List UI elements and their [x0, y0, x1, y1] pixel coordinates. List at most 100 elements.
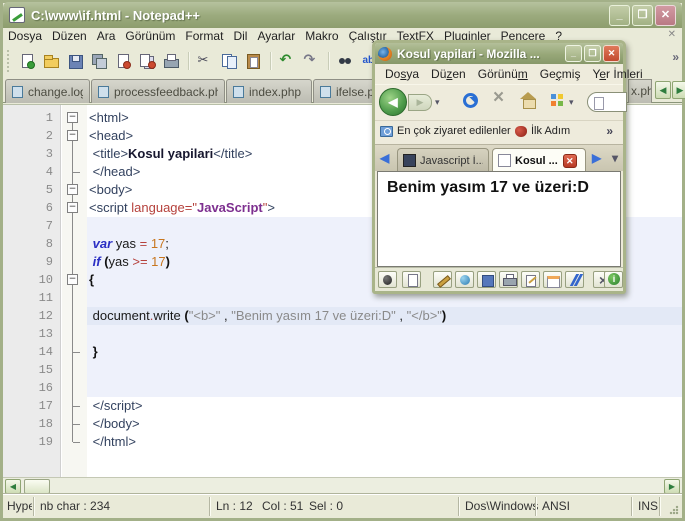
- bookmark-en-ok-ziyaret-edilenler[interactable]: En çok ziyaret edilenler: [380, 125, 511, 137]
- notepadpp-window: C:\www\if.html - Notepad++ _ ❐ ✕ ✕ Dosya…: [0, 0, 685, 521]
- tab-close-icon[interactable]: ✕: [562, 153, 577, 168]
- resize-grip[interactable]: [669, 505, 679, 515]
- npp-menu-g-r-n-m[interactable]: Görünüm: [120, 28, 180, 44]
- npp-toolbar-close-all-button[interactable]: [136, 51, 158, 71]
- ff-tab-scroll-right-icon[interactable]: ▶: [592, 151, 601, 165]
- npp-menu-ara[interactable]: Ara: [92, 28, 121, 44]
- npp-statusbar: Hype nb char : 234 Ln : 12 Col : 51 Sel …: [3, 494, 682, 518]
- npp-close-button[interactable]: ✕: [655, 4, 676, 26]
- firefox-minimize-button[interactable]: _: [565, 45, 582, 62]
- tab-scroll-left-icon[interactable]: ◀: [655, 81, 671, 99]
- status-divider: [33, 497, 35, 516]
- npp-maximize-button[interactable]: ❐: [632, 4, 653, 26]
- scroll-right-arrow-icon[interactable]: ▶: [664, 479, 680, 494]
- npp-toolbar-undo-button[interactable]: [276, 51, 298, 71]
- fold-collapse-icon[interactable]: [67, 112, 78, 123]
- npp-toolbar-close-file-button[interactable]: [112, 51, 134, 71]
- npp-menu-dil[interactable]: Dil: [228, 28, 252, 44]
- fold-collapse-icon[interactable]: [67, 202, 78, 213]
- fold-collapse-icon[interactable]: [67, 184, 78, 195]
- forward-dropdown-icon[interactable]: ▾: [435, 97, 440, 108]
- code-line-16: [87, 379, 682, 397]
- npp-toolbar-copy-button[interactable]: [218, 51, 240, 71]
- npp-menubar-close-icon[interactable]: ✕: [668, 29, 676, 40]
- npp-toolbar-save-file-button[interactable]: [64, 51, 86, 71]
- line-number: 16: [38, 381, 53, 395]
- scroll-left-arrow-icon[interactable]: ◀: [5, 479, 21, 494]
- npp-menu-d-zen[interactable]: Düzen: [47, 28, 92, 44]
- npp-toolbar-print-button[interactable]: [160, 51, 182, 71]
- toolbar-overflow-chevron-icon[interactable]: »: [672, 50, 679, 64]
- npp-toolbar-paste-button[interactable]: [242, 51, 264, 71]
- firebug-icon[interactable]: [378, 271, 397, 288]
- npp-titlebar[interactable]: C:\www\if.html - Notepad++ _ ❐ ✕: [3, 2, 682, 28]
- line-number: 13: [38, 327, 53, 341]
- ff-tab-javascript-i[interactable]: Javascript İ...: [397, 148, 489, 172]
- fold-collapse-icon[interactable]: [67, 130, 78, 141]
- line-number: 9: [45, 255, 53, 269]
- home-icon[interactable]: [519, 92, 537, 109]
- npp-toolbar-new-file-button[interactable]: [16, 51, 38, 71]
- npp-toolbar-redo-button[interactable]: [300, 51, 322, 71]
- lightning-icon[interactable]: [565, 271, 584, 288]
- line-number: 17: [38, 399, 53, 413]
- line-number: 12: [38, 309, 53, 323]
- firefox-maximize-button[interactable]: ❐: [584, 45, 601, 62]
- ff-menu-ge-mi[interactable]: Geçmiş: [534, 64, 587, 81]
- scrollbar-thumb[interactable]: [24, 479, 50, 494]
- line-number: 15: [38, 363, 53, 377]
- fold-margin: [62, 105, 87, 477]
- npp-toolbar-open-file-button[interactable]: [40, 51, 62, 71]
- firefox-titlebar[interactable]: Kosul yapilari - Mozilla ... _ ❐ ✕: [375, 43, 623, 64]
- ff-tab-scroll-left-icon[interactable]: ◀: [380, 151, 389, 165]
- npp-menu-format[interactable]: Format: [180, 28, 228, 44]
- npp-toolbar-save-all-button[interactable]: [88, 51, 110, 71]
- redo-icon: [303, 53, 320, 69]
- npp-tab-index-php[interactable]: index.php: [226, 79, 312, 103]
- npp-toolbar-find-button[interactable]: [334, 51, 356, 71]
- quick-access-grid-icon[interactable]: [551, 94, 556, 99]
- npp-tab-change-log[interactable]: change.log: [5, 79, 90, 103]
- ff-menu-dosya[interactable]: Dosya: [379, 64, 425, 81]
- refresh-icon[interactable]: [463, 93, 478, 108]
- line-number: 6: [45, 201, 53, 215]
- ff-menu-g-r-n-m[interactable]: Görünüm: [472, 64, 534, 81]
- bookmark-i-lk-ad-m[interactable]: İlk Adım: [515, 125, 570, 137]
- view-source-icon[interactable]: [455, 271, 474, 288]
- edit-note-icon[interactable]: [521, 271, 540, 288]
- code-line-15: [87, 361, 682, 379]
- npp-minimize-button[interactable]: _: [609, 4, 630, 26]
- forward-button[interactable]: ▶: [408, 94, 432, 111]
- print-icon[interactable]: [499, 271, 518, 288]
- new-document-icon[interactable]: [402, 271, 421, 288]
- npp-menu-ayarlar[interactable]: Ayarlar: [252, 28, 300, 44]
- stop-icon[interactable]: ×: [493, 87, 504, 109]
- window-icon[interactable]: [543, 271, 562, 288]
- ff-tab-list-dropdown-icon[interactable]: ▾: [612, 151, 618, 165]
- edit-pencil-icon[interactable]: [433, 271, 452, 288]
- ff-menu-yer-i-mleri[interactable]: Yer İmleri: [586, 64, 648, 81]
- firefox-nav-toolbar: ◀ ▶ ▾ × ▾: [375, 84, 627, 120]
- firefox-tabbar: ◀ ▶ ▾ Javascript İ... Kosul ... ✕: [375, 144, 623, 172]
- npp-toolbar-cut-button[interactable]: [194, 51, 216, 71]
- bookmarks-overflow-chevron-icon[interactable]: »: [606, 124, 613, 138]
- tab-scroll-right-icon[interactable]: ▶: [672, 81, 685, 99]
- npp-tab-fragment[interactable]: x.ph: [628, 79, 652, 103]
- line-number: 5: [45, 183, 53, 197]
- ff-tab-kosul[interactable]: Kosul ... ✕: [492, 148, 586, 172]
- npp-tab-processfeedback-php[interactable]: processfeedback.php: [91, 79, 225, 103]
- status-divider: [659, 497, 661, 516]
- fold-collapse-icon[interactable]: [67, 274, 78, 285]
- back-button[interactable]: ◀: [379, 88, 407, 116]
- close-all-icon: [139, 53, 156, 69]
- info-icon[interactable]: [604, 271, 623, 288]
- npp-menu-dosya[interactable]: Dosya: [3, 28, 47, 44]
- url-bar-fragment[interactable]: [587, 92, 627, 112]
- editor-horizontal-scrollbar[interactable]: ◀ ▶: [3, 477, 682, 494]
- ff-menu-d-zen[interactable]: Düzen: [425, 64, 472, 81]
- toolbar-grip[interactable]: [7, 50, 10, 72]
- firefox-close-button[interactable]: ✕: [603, 45, 620, 62]
- save-icon[interactable]: [477, 271, 496, 288]
- npp-menu-makro[interactable]: Makro: [300, 28, 343, 44]
- grid-dropdown-icon[interactable]: ▾: [569, 97, 574, 108]
